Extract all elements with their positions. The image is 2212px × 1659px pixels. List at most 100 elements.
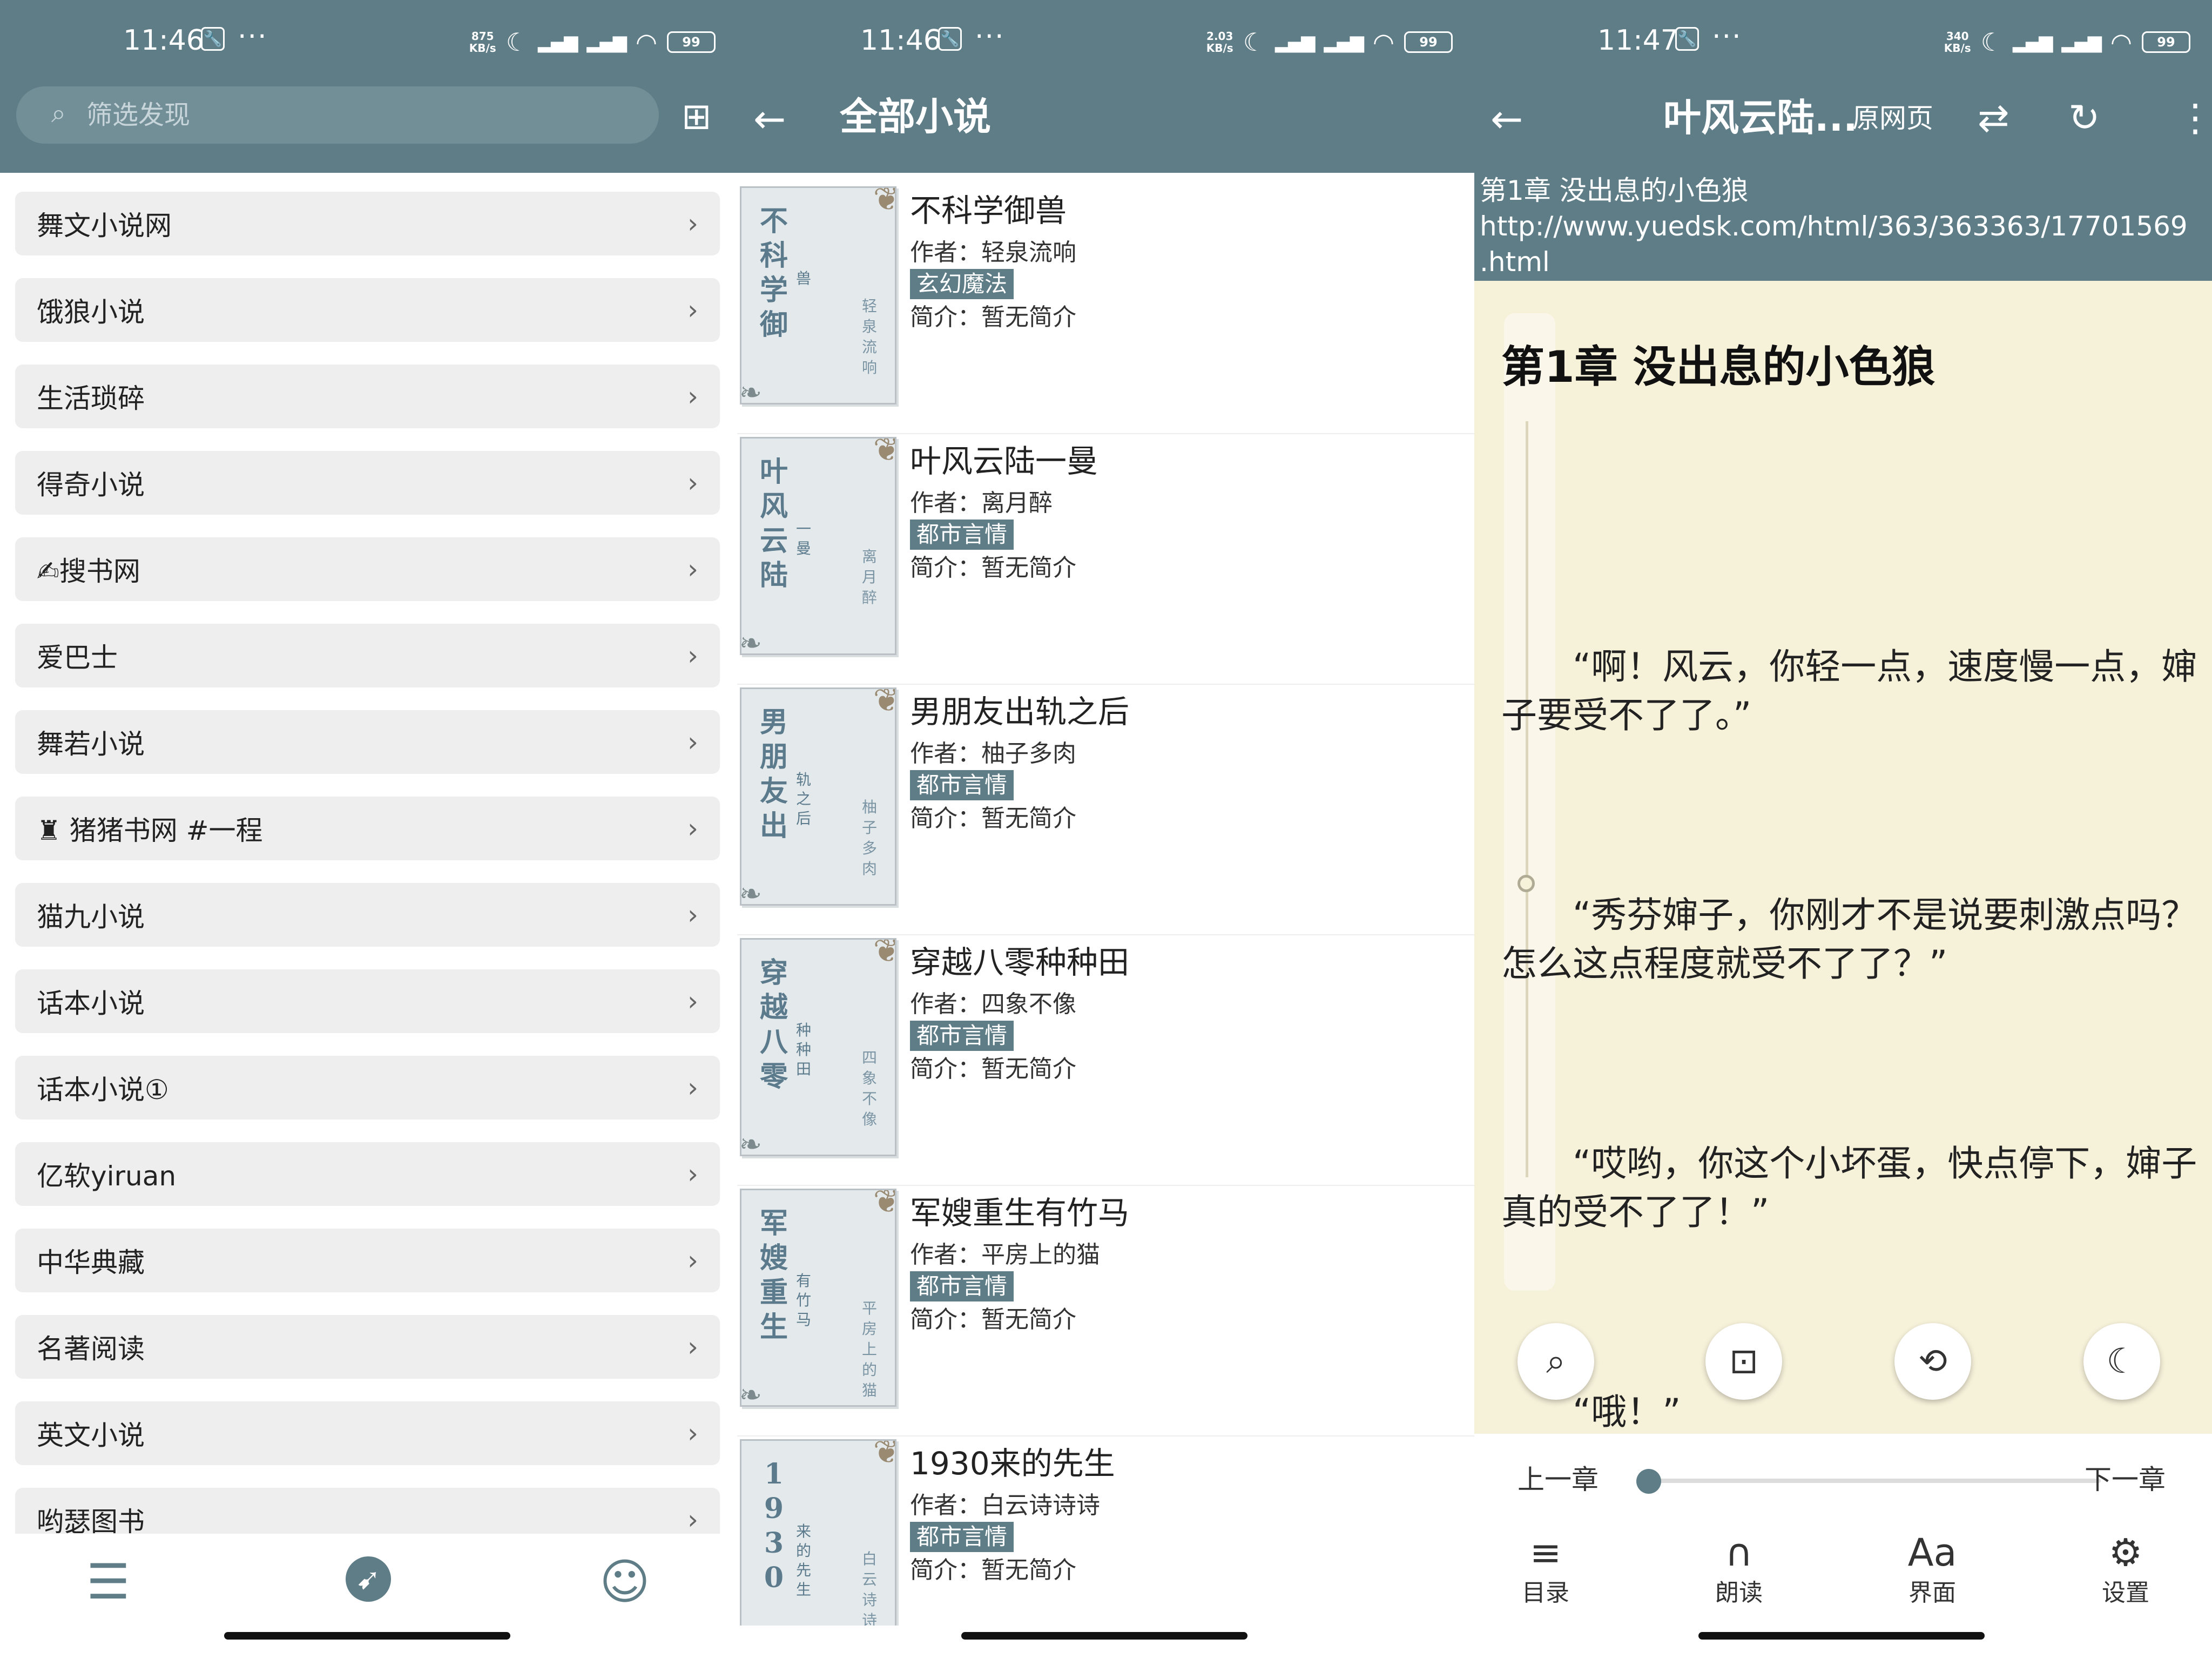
- chapter-url-end: .html: [1480, 246, 1550, 278]
- signal-icon: ▂▄▆: [2061, 31, 2101, 53]
- list-item[interactable]: 生活琐碎 ›: [15, 365, 720, 428]
- back-arrow-icon[interactable]: ←: [1491, 97, 1523, 140]
- author-prefix: 作者：: [910, 1241, 981, 1269]
- cover-subtitle: 种种田: [795, 1021, 811, 1078]
- battery-icon: 99: [667, 31, 716, 53]
- source-page-button[interactable]: 原网页: [1852, 99, 1933, 137]
- home-indicator[interactable]: [224, 1632, 510, 1640]
- paragraph: “哎哟，你这个小坏蛋，快点停下，婶子真的受不了了！”: [1501, 1143, 2197, 1233]
- compass-icon[interactable]: ➹: [346, 1556, 391, 1602]
- author-prefix: 作者：: [910, 239, 981, 266]
- list-item[interactable]: 得奇小说 ›: [15, 451, 720, 515]
- reading-area[interactable]: [1474, 281, 2212, 1434]
- list-item[interactable]: 舞若小说 ›: [15, 710, 720, 774]
- list-item[interactable]: 舞文小说网 ›: [15, 192, 720, 255]
- list-item-label: 亿软yiruan: [37, 1161, 177, 1192]
- book-item[interactable]: ❦穿越八零种种田四象不像❧穿越八零种种田作者：四象不像都市言情简介：暂无简介: [737, 935, 1474, 1186]
- signal-icon: ▂▄▆: [2012, 31, 2053, 53]
- list-item[interactable]: ✍搜书网 ›: [15, 537, 720, 601]
- back-arrow-icon[interactable]: ←: [753, 97, 786, 140]
- list-item[interactable]: 猫九小说 ›: [15, 883, 720, 947]
- interface-button[interactable]: Aa 界面: [1884, 1528, 1981, 1609]
- status-bar: 11:47 🔧 ··· 340 KB/s ☾ ▂▄▆ ▂▄▆ ◠ 99: [1474, 0, 2212, 84]
- author-name: 四象不像: [981, 990, 1076, 1018]
- book-item[interactable]: ❦1930来的先生白云诗诗诗❧1930来的先生作者：白云诗诗诗都市言情简介：暂无…: [737, 1437, 1474, 1626]
- list-item[interactable]: 话本小说 ›: [15, 969, 720, 1033]
- list-item[interactable]: ♜ 猪猪书网 #一程 ›: [15, 797, 720, 860]
- branch-decoration-icon: ❦: [873, 1190, 895, 1220]
- list-item[interactable]: 饿狼小说 ›: [15, 278, 720, 342]
- home-indicator[interactable]: [961, 1632, 1247, 1640]
- signal-icon: ▂▄▆: [586, 31, 626, 53]
- auto-page-icon[interactable]: ⊡: [1705, 1323, 1782, 1400]
- search-input[interactable]: [86, 95, 599, 135]
- wifi-icon: ◠: [635, 28, 657, 57]
- book-item[interactable]: ❦不科学御兽轻泉流响❧不科学御兽作者：轻泉流响玄幻魔法简介：暂无简介: [737, 184, 1474, 434]
- replace-icon[interactable]: ⟲: [1894, 1323, 1971, 1400]
- list-item[interactable]: 英文小说 ›: [15, 1401, 720, 1465]
- chevron-right-icon: ›: [687, 1418, 698, 1449]
- branch-decoration-icon: ❦: [873, 188, 895, 218]
- book-item[interactable]: ❦叶风云陆一曼离月醉❧叶风云陆一曼作者：离月醉都市言情简介：暂无简介: [737, 434, 1474, 685]
- status-icons: 2.03 KB/s ☾ ▂▄▆ ▂▄▆ ◠ 99: [1206, 26, 1453, 58]
- list-item[interactable]: 哟瑟图书 ›: [15, 1488, 720, 1534]
- book-item[interactable]: ❦男朋友出轨之后柚子多肉❧男朋友出轨之后作者：柚子多肉都市言情简介：暂无简介: [737, 685, 1474, 935]
- list-item-label: 名著阅读: [37, 1333, 145, 1365]
- chevron-right-icon: ›: [687, 813, 698, 844]
- list-item[interactable]: 话本小说① ›: [15, 1056, 720, 1120]
- page-title: 全部小说: [840, 95, 991, 139]
- next-chapter-button[interactable]: 下一章: [2085, 1461, 2166, 1499]
- slider-knob[interactable]: [1636, 1469, 1661, 1494]
- prev-chapter-button[interactable]: 上一章: [1518, 1461, 1599, 1499]
- book-item[interactable]: ❦军嫂重生有竹马平房上的猫❧军嫂重生有竹马作者：平房上的猫都市言情简介：暂无简介: [737, 1186, 1474, 1437]
- cover-subtitle: 来的先生: [795, 1522, 811, 1599]
- home-indicator[interactable]: [1698, 1632, 1985, 1640]
- book-author: 作者：轻泉流响: [910, 238, 1076, 268]
- cover-author: 轻泉流响: [861, 297, 877, 376]
- chevron-right-icon: ›: [687, 899, 698, 930]
- chapter-progress-slider[interactable]: [1647, 1479, 2101, 1483]
- author-name: 平房上的猫: [981, 1241, 1100, 1269]
- desc-prefix: 简介：: [910, 1306, 981, 1333]
- refresh-icon[interactable]: ↻: [2068, 96, 2100, 139]
- list-item-label: 爱巴士: [37, 642, 118, 673]
- profile-icon[interactable]: ☺: [599, 1555, 650, 1609]
- desc-text: 暂无简介: [981, 805, 1076, 832]
- cover-title: 1930: [764, 1458, 784, 1594]
- list-item-label: 舞若小说: [37, 729, 145, 760]
- search-box[interactable]: ⌕: [16, 86, 659, 144]
- list-item-label: 得奇小说: [37, 469, 145, 501]
- book-desc: 简介：暂无简介: [910, 1305, 1076, 1335]
- status-icons: 875 KB/s ☾ ▂▄▆ ▂▄▆ ◠ 99: [469, 26, 716, 58]
- grass-decoration-icon: ❧: [740, 1379, 762, 1407]
- list-item-label: ♜ 猪猪书网 #一程: [37, 815, 263, 846]
- scroll-thumb[interactable]: [1518, 875, 1535, 892]
- settings-button[interactable]: ⚙ 设置: [2077, 1528, 2174, 1609]
- night-mode-icon[interactable]: ☾: [2083, 1323, 2160, 1400]
- book-desc: 简介：暂无简介: [910, 1555, 1076, 1586]
- bookshelf-icon[interactable]: ☰: [86, 1555, 130, 1609]
- list-item[interactable]: 爱巴士 ›: [15, 624, 720, 687]
- search-content-icon[interactable]: ⌕: [1518, 1323, 1594, 1400]
- chapter-info: 第1章 没出息的小色狼: [1480, 175, 1749, 206]
- more-vert-icon[interactable]: ⋮: [2176, 96, 2212, 139]
- toc-button[interactable]: ≡ 目录: [1497, 1528, 1594, 1609]
- cover-author: 白云诗诗诗: [861, 1550, 877, 1626]
- wrench-icon: 🔧: [938, 27, 962, 51]
- list-item[interactable]: 中华典藏 ›: [15, 1229, 720, 1292]
- cover-title: 军嫂重生: [759, 1207, 788, 1344]
- source-list: 舞文小说网 › 饿狼小说 › 生活琐碎 › 得奇小说 › ✍搜书网 › 爱巴士 › 舞若小说…: [15, 192, 720, 1534]
- book-tag: 都市言情: [910, 770, 1014, 800]
- book-tag: 玄幻魔法: [910, 269, 1014, 299]
- change-source-icon[interactable]: ⇄: [1978, 96, 2009, 139]
- list-item-label: 话本小说: [37, 988, 145, 1019]
- list-item[interactable]: 名著阅读 ›: [15, 1315, 720, 1379]
- paragraph: “啊！风云，你轻一点，速度慢一点，婶子要受不了了。”: [1501, 646, 2197, 736]
- list-item[interactable]: 亿软yiruan ›: [15, 1142, 720, 1206]
- status-bar: 11:46 🔧 ··· 2.03 KB/s ☾ ▂▄▆ ▂▄▆ ◠ 99: [737, 0, 1474, 84]
- book-author: 作者：白云诗诗诗: [910, 1491, 1100, 1521]
- status-time: 11:46: [123, 24, 204, 57]
- group-filter-icon[interactable]: ⊞: [682, 96, 711, 137]
- book-author: 作者：四象不像: [910, 989, 1076, 1020]
- read-aloud-button[interactable]: ∩ 朗读: [1690, 1528, 1788, 1609]
